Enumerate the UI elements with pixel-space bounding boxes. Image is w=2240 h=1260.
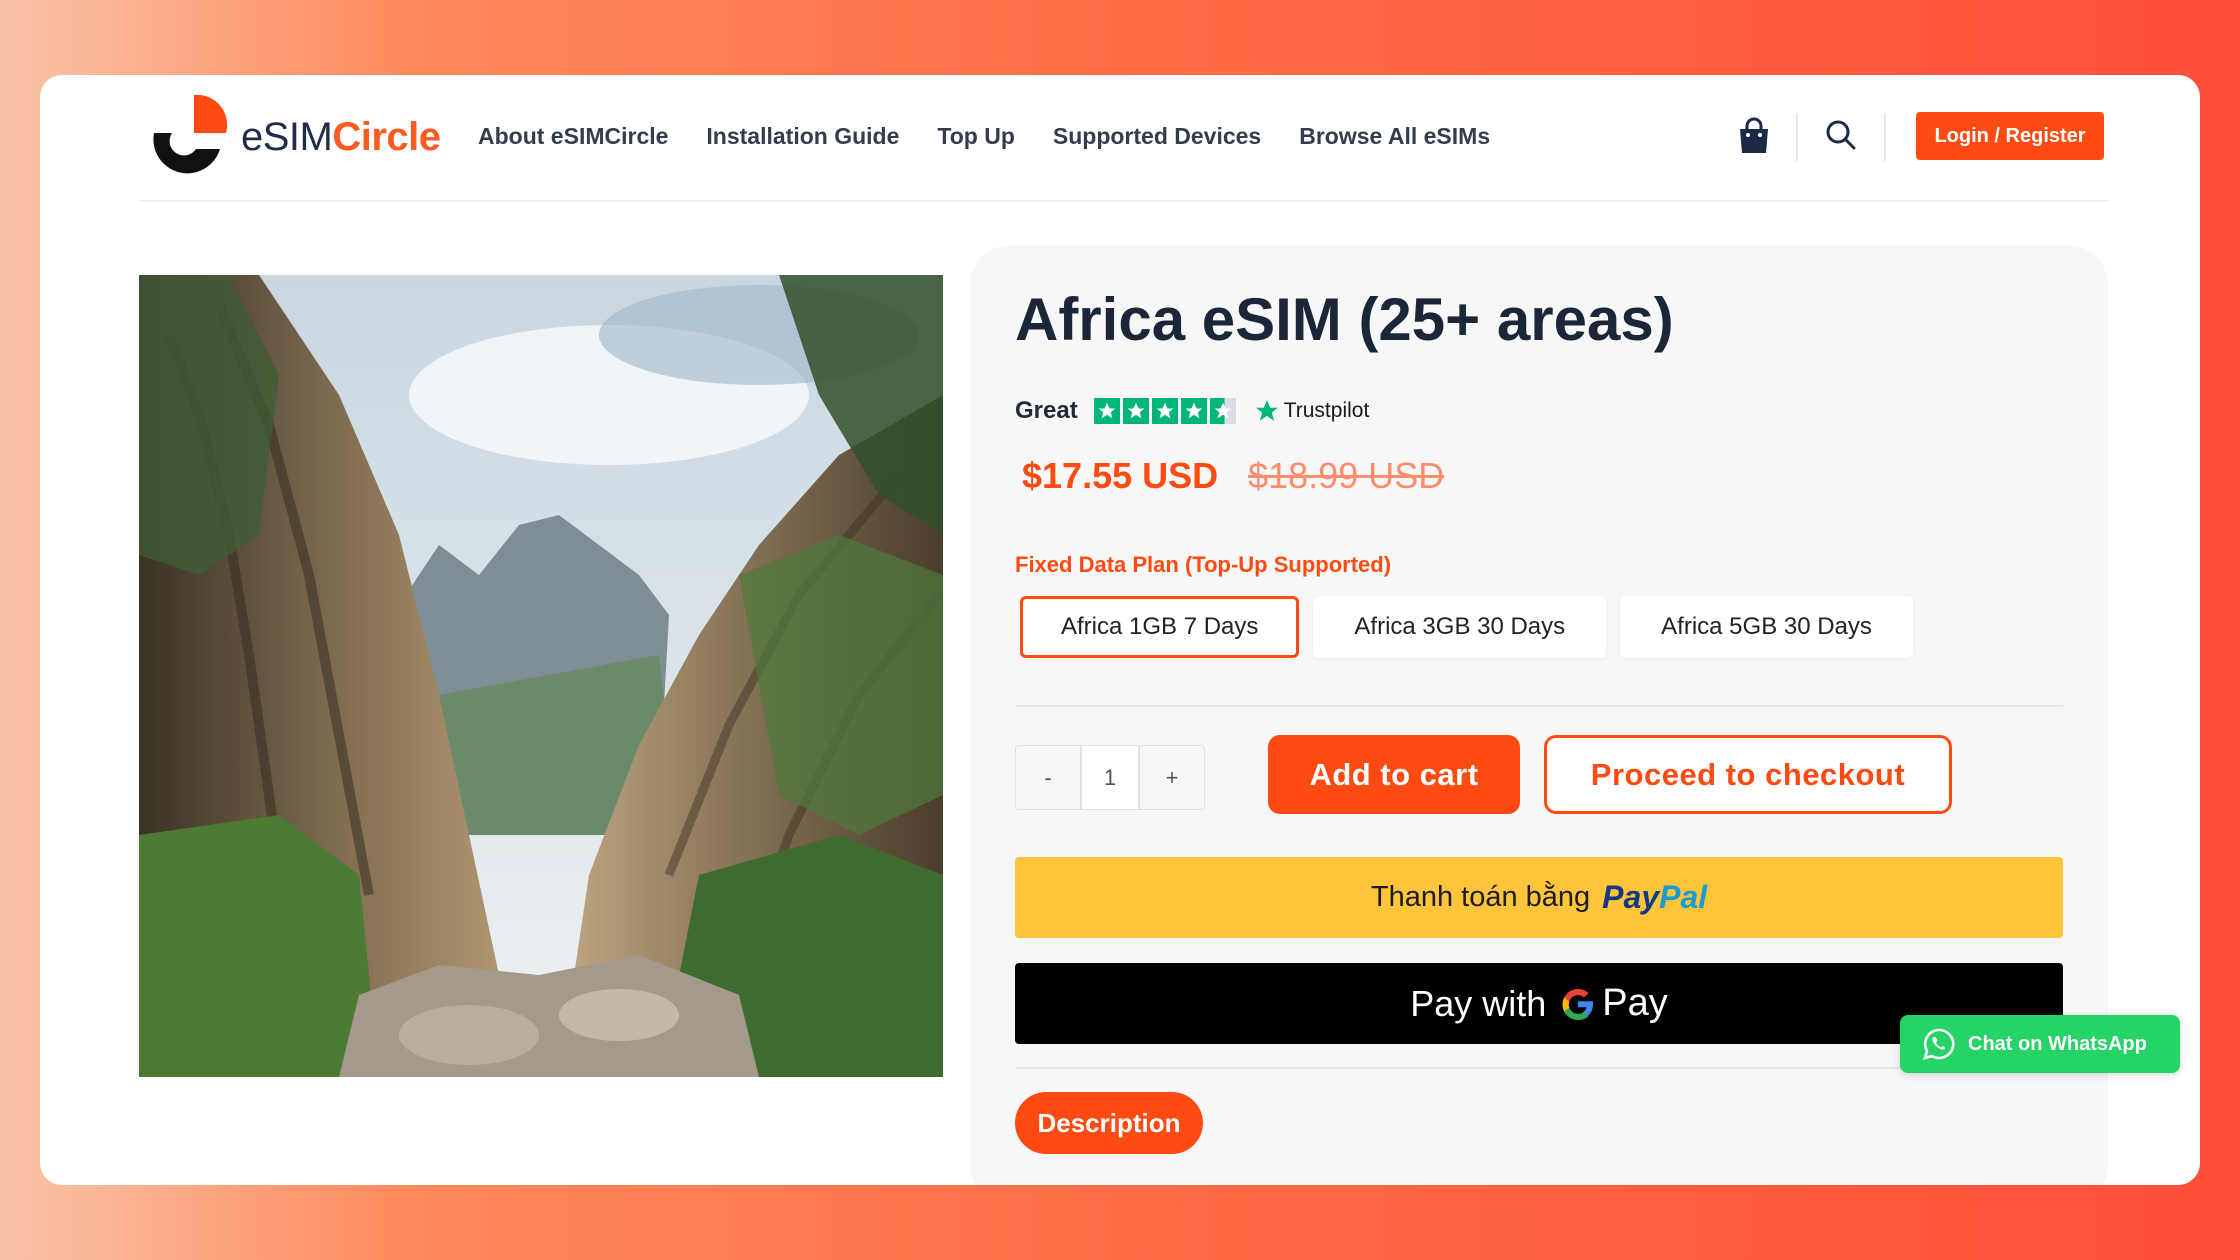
whatsapp-chat-button[interactable]: Chat on WhatsApp	[1900, 1015, 2180, 1073]
login-register-button[interactable]: Login / Register	[1916, 112, 2104, 160]
nav-about[interactable]: About eSIMCircle	[478, 123, 668, 150]
price-block: $17.55 USD $18.99 USD	[1022, 455, 1444, 497]
paypal-logo: PayPal	[1602, 879, 1708, 915]
paypal-button-text: Thanh toán bằng	[1370, 881, 1591, 913]
google-g-icon	[1562, 988, 1594, 1020]
nav-top-up[interactable]: Top Up	[937, 123, 1015, 150]
logo-text: eSIMCircle	[241, 115, 441, 159]
star-icon	[1151, 398, 1178, 424]
logo-icon	[153, 94, 228, 174]
whatsapp-icon	[1923, 1028, 1955, 1060]
whatsapp-chat-label: Chat on WhatsApp	[1968, 1032, 2147, 1055]
trustpilot-rating[interactable]: Great Trustpilot	[1015, 397, 1369, 425]
rating-label: Great	[1015, 397, 1078, 424]
trustpilot-star-icon	[1255, 400, 1278, 421]
star-icon	[1180, 398, 1207, 424]
product-title: Africa eSIM (25+ areas)	[1015, 286, 1674, 353]
quantity-decrease-button[interactable]: -	[1015, 745, 1081, 810]
proceed-to-checkout-button[interactable]: Proceed to checkout	[1544, 735, 1952, 814]
nav-installation-guide[interactable]: Installation Guide	[706, 123, 899, 150]
header-divider	[1884, 113, 1886, 161]
search-icon[interactable]	[1825, 119, 1857, 151]
add-to-cart-button[interactable]: Add to cart	[1268, 735, 1520, 814]
header-divider	[1796, 113, 1798, 161]
plan-options: Africa 1GB 7 Days Africa 3GB 30 Days Afr…	[1020, 596, 1913, 658]
shopping-bag-icon[interactable]	[1736, 117, 1772, 155]
site-header: eSIMCircle About eSIMCircle Installation…	[140, 75, 2108, 202]
page-card: eSIMCircle About eSIMCircle Installation…	[40, 75, 2200, 1185]
price-current: $17.55 USD	[1022, 455, 1219, 496]
star-icon	[1093, 398, 1120, 424]
google-pay-logo: Pay	[1560, 982, 1668, 1025]
star-icon	[1122, 398, 1149, 424]
quantity-increase-button[interactable]: +	[1139, 745, 1205, 810]
quantity-stepper: - +	[1015, 745, 1205, 810]
trustpilot-logo: Trustpilot	[1254, 398, 1369, 424]
paypal-button[interactable]: Thanh toán bằng PayPal	[1015, 857, 2063, 938]
site-logo[interactable]: eSIMCircle	[144, 93, 444, 183]
plan-label: Fixed Data Plan (Top-Up Supported)	[1015, 552, 1392, 577]
plan-option-3gb-30-days[interactable]: Africa 3GB 30 Days	[1313, 596, 1607, 658]
description-tab[interactable]: Description	[1015, 1092, 1203, 1154]
product-image	[139, 275, 943, 1077]
price-original: $18.99 USD	[1248, 455, 1445, 496]
nav-browse-esims[interactable]: Browse All eSIMs	[1299, 123, 1490, 150]
plan-option-1gb-7-days[interactable]: Africa 1GB 7 Days	[1020, 596, 1300, 658]
canyon-landscape-photo	[139, 275, 943, 1077]
quantity-input[interactable]	[1081, 745, 1139, 810]
nav-supported-devices[interactable]: Supported Devices	[1053, 123, 1261, 150]
half-star-icon	[1209, 398, 1236, 424]
google-pay-button-text: Pay with	[1410, 982, 1547, 1024]
main-nav: About eSIMCircle Installation Guide Top …	[478, 123, 1490, 150]
rating-stars	[1093, 398, 1236, 424]
divider	[1015, 705, 2063, 707]
plan-option-5gb-30-days[interactable]: Africa 5GB 30 Days	[1620, 596, 1913, 658]
